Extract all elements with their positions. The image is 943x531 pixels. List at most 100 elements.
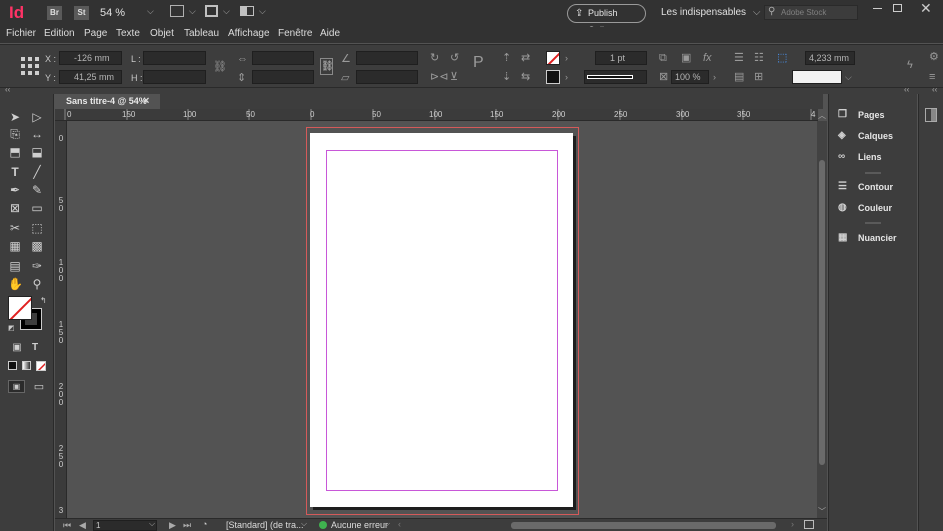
formatting-container-icon[interactable]: ▣ bbox=[10, 341, 24, 355]
gap-tool-icon[interactable]: ↔ bbox=[30, 127, 44, 141]
auto-fit-icon[interactable]: ⬚ bbox=[777, 52, 787, 64]
fill-swatch-large[interactable] bbox=[8, 296, 32, 320]
align-left-icon[interactable]: ☰ bbox=[734, 52, 744, 64]
menu-texte[interactable]: Texte bbox=[116, 28, 140, 39]
panel-calques[interactable]: ◈ Calques bbox=[829, 127, 917, 145]
rotation-angle-field[interactable] bbox=[356, 51, 418, 65]
stroke-type-select[interactable] bbox=[584, 70, 647, 84]
default-fill-stroke-icon[interactable]: ◩ bbox=[8, 324, 15, 332]
scissors-tool-icon[interactable]: ✂ bbox=[8, 221, 22, 235]
bridge-button[interactable]: Br bbox=[47, 6, 62, 20]
constrain-scale-icon[interactable]: ⛓ bbox=[320, 58, 334, 75]
previous-page-icon[interactable]: ◀ bbox=[79, 520, 86, 531]
fill-stroke-swatch[interactable]: ↰ ◩ bbox=[8, 296, 47, 332]
collapse-left-icon[interactable]: ‹‹ bbox=[5, 85, 10, 94]
rectangle-frame-tool-icon[interactable]: ⊠ bbox=[8, 201, 22, 215]
apply-gradient-icon[interactable] bbox=[22, 361, 31, 370]
open-document-icon[interactable]: ◔ bbox=[202, 519, 207, 529]
page-style-label[interactable]: [Standard] (de tra... bbox=[226, 520, 304, 530]
vertical-scrollbar-thumb[interactable] bbox=[819, 160, 825, 465]
gear-icon[interactable]: ⚙ bbox=[929, 51, 939, 63]
screen-mode-icon[interactable] bbox=[205, 5, 218, 17]
select-next-icon[interactable]: ⇄ bbox=[521, 52, 530, 64]
vertical-ruler[interactable]: 0 5 0 1 0 0 1 5 0 2 0 0 2 5 0 3 bbox=[55, 121, 67, 518]
pen-tool-icon[interactable]: ✒ bbox=[8, 183, 22, 197]
apply-color-icon[interactable] bbox=[8, 361, 17, 370]
panel-contour[interactable]: ☰ Contour bbox=[829, 178, 917, 196]
stock-button[interactable]: St bbox=[74, 6, 89, 20]
align-center-icon[interactable]: ☷ bbox=[754, 52, 764, 64]
content-placer-icon[interactable]: ⬓ bbox=[30, 145, 44, 159]
last-page-icon[interactable]: ⏭ bbox=[183, 520, 191, 531]
eyedropper-tool-icon[interactable]: ✑ bbox=[30, 259, 44, 273]
panel-menu-icon[interactable]: ≡ bbox=[929, 71, 935, 83]
zoom-level[interactable]: 54 % bbox=[100, 7, 125, 19]
collapse-right-icon[interactable]: ‹‹ bbox=[904, 85, 909, 94]
panel-pages[interactable]: ❐ Pages bbox=[829, 106, 917, 124]
menu-tableau[interactable]: Tableau bbox=[184, 28, 219, 39]
split-window-icon[interactable] bbox=[804, 520, 814, 529]
effects-icon[interactable]: fx bbox=[703, 52, 712, 64]
reference-point-icon[interactable] bbox=[20, 56, 40, 76]
fill-swatch-none[interactable] bbox=[546, 51, 560, 65]
select-container-icon[interactable]: ⇡ bbox=[502, 52, 511, 64]
menu-objet[interactable]: Objet bbox=[150, 28, 174, 39]
panel-nuancier[interactable]: ▦ Nuancier bbox=[829, 229, 917, 247]
menu-page[interactable]: Page bbox=[84, 28, 107, 39]
preflight-dropdown-chevron-icon[interactable]: ⌵ bbox=[384, 519, 390, 529]
horizontal-scrollbar-thumb[interactable] bbox=[511, 522, 776, 529]
constrain-proportions-icon[interactable]: ⛓ bbox=[213, 61, 227, 73]
select-content-icon[interactable]: ⇣ bbox=[502, 71, 511, 83]
apply-none-icon[interactable] bbox=[36, 361, 46, 371]
panel-liens[interactable]: ∞ Liens bbox=[829, 148, 917, 166]
workspace-switcher[interactable]: Les indispensables ⌵ bbox=[661, 7, 760, 18]
panel-group-divider[interactable] bbox=[865, 222, 881, 224]
width-field[interactable] bbox=[143, 51, 206, 65]
formatting-text-icon[interactable]: T bbox=[28, 341, 42, 355]
fit-frame-icon[interactable]: ⧉ bbox=[659, 52, 667, 64]
swap-fill-stroke-icon[interactable]: ↰ bbox=[40, 296, 47, 305]
panel-couleur[interactable]: ◍ Couleur bbox=[829, 199, 917, 217]
zoom-dropdown-chevron-icon[interactable]: ⌵ bbox=[147, 6, 154, 17]
flip-horizontal-icon[interactable]: ⊳⊲ bbox=[430, 71, 448, 83]
x-position-field[interactable]: -126 mm bbox=[59, 51, 122, 65]
note-tool-icon[interactable]: ▤ bbox=[8, 259, 22, 273]
style-dropdown-chevron-icon[interactable]: ⌵ bbox=[301, 519, 307, 529]
gutter-field[interactable]: 4,233 mm bbox=[805, 51, 855, 65]
page-tool-icon[interactable]: ⎘ bbox=[8, 127, 22, 141]
screen-mode-chevron-icon[interactable]: ⌵ bbox=[223, 6, 230, 17]
stroke-swatch[interactable] bbox=[546, 70, 560, 84]
drop-shadow-icon[interactable]: ▣ bbox=[681, 52, 691, 64]
arrange-chevron-icon[interactable]: ⌵ bbox=[259, 6, 266, 17]
hscroll-left-icon[interactable]: ‹ bbox=[398, 519, 401, 529]
panel-group-divider[interactable] bbox=[865, 172, 881, 174]
document-tab[interactable]: Sans titre-4 @ 54% × bbox=[55, 94, 160, 109]
screen-mode-tool-icon[interactable]: ▭ bbox=[32, 380, 46, 394]
scale-y-field[interactable] bbox=[252, 70, 314, 84]
next-page-icon[interactable]: ▶ bbox=[169, 520, 176, 531]
properties-panel-icon[interactable] bbox=[925, 108, 937, 122]
direct-selection-tool-icon[interactable]: ▷ bbox=[30, 110, 44, 124]
pencil-tool-icon[interactable]: ✎ bbox=[30, 183, 44, 197]
fill-arrow-icon[interactable]: › bbox=[565, 52, 568, 64]
zoom-tool-icon[interactable]: ⚲ bbox=[30, 277, 44, 291]
opacity-field[interactable]: 100 % bbox=[671, 70, 709, 84]
menu-edition[interactable]: Edition bbox=[44, 28, 75, 39]
rotate-ccw-icon[interactable]: ↺ bbox=[450, 52, 459, 64]
preflight-status-label[interactable]: Aucune erreur bbox=[331, 520, 388, 530]
horizontal-ruler[interactable]: 0 150 100 50 0 50 100 150 200 250 300 35… bbox=[55, 109, 818, 121]
shear-angle-field[interactable] bbox=[356, 70, 418, 84]
collapse-right2-icon[interactable]: ‹‹ bbox=[932, 85, 937, 94]
close-window-icon[interactable]: ✕ bbox=[920, 0, 932, 17]
hscroll-right-icon[interactable]: › bbox=[791, 519, 794, 529]
opacity-arrow-icon[interactable]: › bbox=[713, 71, 716, 83]
gradient-feather-tool-icon[interactable]: ▩ bbox=[30, 239, 44, 253]
free-transform-tool-icon[interactable]: ⬚ bbox=[30, 221, 44, 235]
scroll-up-icon[interactable]: ︿ bbox=[818, 110, 826, 121]
first-page-icon[interactable]: ⏮ bbox=[63, 520, 71, 531]
stock-search-input[interactable]: ⚲ Adobe Stock bbox=[764, 5, 858, 20]
view-options-chevron-icon[interactable]: ⌵ bbox=[189, 6, 196, 17]
text-wrap-icon[interactable]: ▤ bbox=[734, 71, 744, 83]
scroll-down-icon[interactable]: ﹀ bbox=[818, 506, 826, 517]
publish-online-button[interactable]: ⇪ Publish Online bbox=[567, 4, 646, 35]
